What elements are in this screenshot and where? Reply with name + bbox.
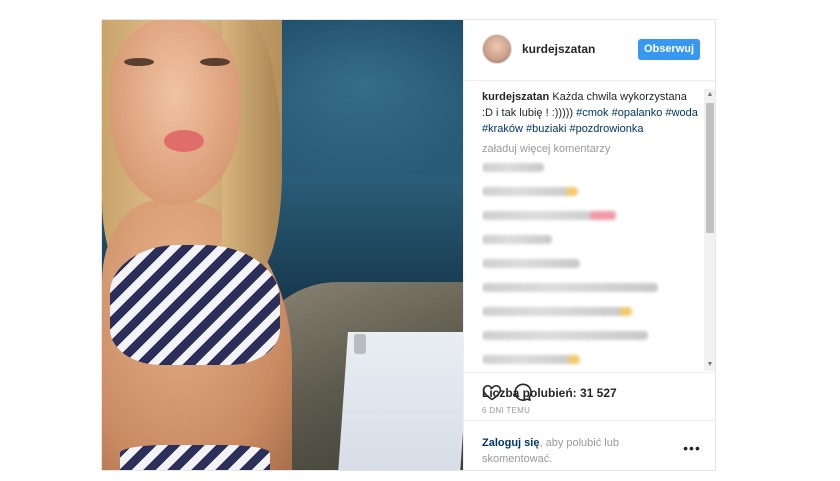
scroll-thumb[interactable] [706,103,714,233]
scroll-up-arrow-icon[interactable]: ▲ [704,89,715,101]
blurred-comment [482,163,544,172]
photo-bikini-top [110,245,280,365]
post-sidebar: kurdejszatan Obserwuj kurdejszatan Każda… [463,20,715,470]
post-header: kurdejszatan Obserwuj [464,20,715,81]
comments-list: kurdejszatan Każda chwila wykorzystana :… [482,89,700,371]
photo-lips [164,130,204,152]
hashtag-opalanko[interactable]: #opalanko [612,107,663,119]
blurred-comment [482,259,580,268]
post-photo[interactable] [102,20,463,470]
post-footer: Zaloguj się, aby polubić lub skomentować… [464,420,715,470]
comments-scrollbar[interactable]: ▲ ▼ [704,89,715,371]
login-link[interactable]: Zaloguj się [482,437,539,449]
likes-count[interactable]: Liczba polubień: 31 527 [482,386,617,400]
blurred-comment [482,211,616,220]
photo-eye-right [200,58,230,66]
more-dots-icon[interactable]: ••• [682,441,702,455]
scroll-down-arrow-icon[interactable]: ▼ [704,359,715,371]
photo-face [110,20,240,205]
hashtag-woda[interactable]: #woda [665,107,697,119]
photo-can [354,334,366,354]
hashtag-pozdrowionka[interactable]: #pozdrowionka [569,123,643,135]
blurred-comment [482,283,658,292]
hashtag-cmok[interactable]: #cmok [576,107,608,119]
hashtag-krakow[interactable]: #kraków [482,123,523,135]
blurred-comment [482,355,580,364]
photo-eye-left [124,58,154,66]
username[interactable]: kurdejszatan [522,42,595,56]
blurred-comment [482,307,632,316]
avatar[interactable] [482,34,512,64]
instagram-post-embed: kurdejszatan Obserwuj kurdejszatan Każda… [101,19,716,471]
caption: kurdejszatan Każda chwila wykorzystana :… [482,89,700,137]
load-more-comments[interactable]: załaduj więcej komentarzy [482,142,700,157]
post-timestamp[interactable]: 6 DNI TEMU [482,406,530,415]
login-prompt: Zaloguj się, aby polubić lub skomentować… [482,435,662,467]
hashtag-buziaki[interactable]: #buziaki [526,123,566,135]
blurred-comment [482,235,552,244]
blurred-comment [482,187,578,196]
blurred-comment [482,331,648,340]
caption-username[interactable]: kurdejszatan [482,91,549,103]
photo-bikini-bottom [120,445,270,470]
follow-button[interactable]: Obserwuj [638,39,700,60]
